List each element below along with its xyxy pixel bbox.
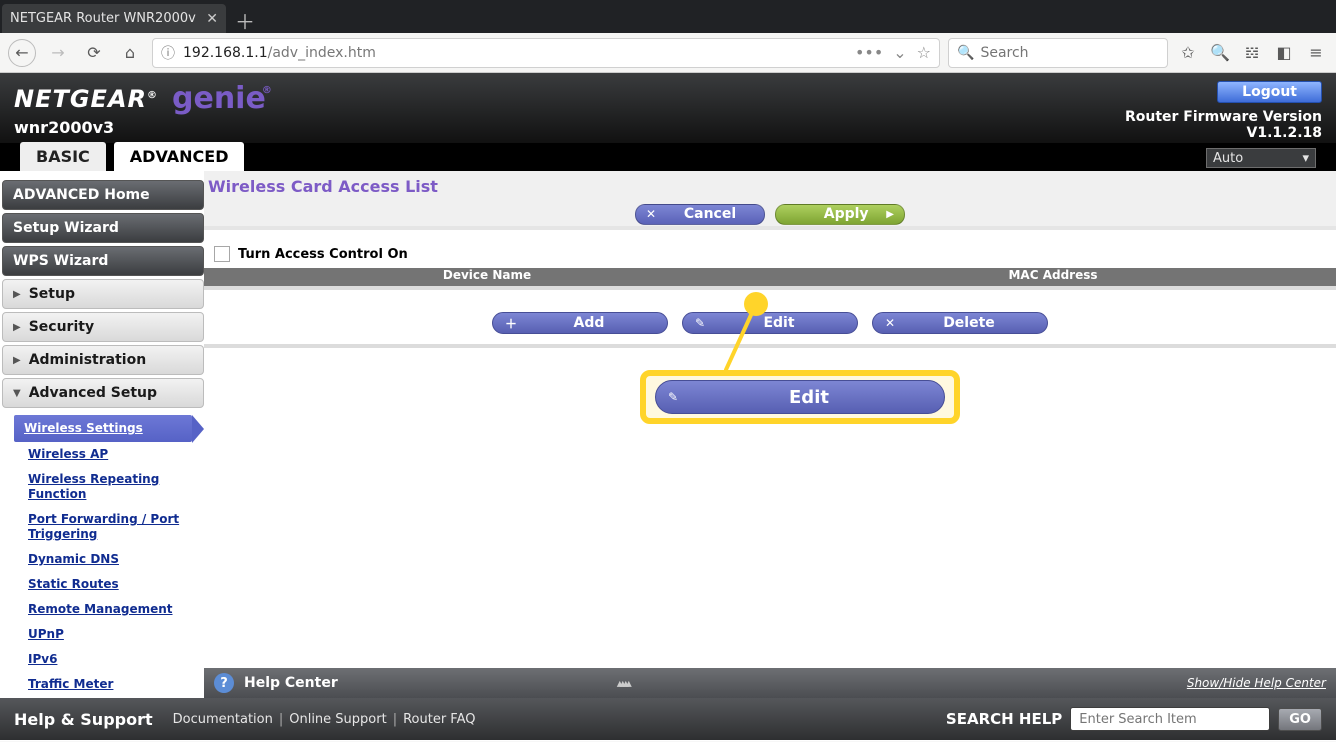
info-icon[interactable]: ⓘ [161,43,175,63]
subitem-wireless-ap[interactable]: Wireless AP [24,442,204,467]
sidebar-item-advanced-setup[interactable]: ▼Advanced Setup [2,378,204,408]
content-pane: Wireless Card Access List ✕ Cancel Apply… [204,171,1336,698]
help-center-title: Help Center [244,675,338,691]
cancel-button[interactable]: ✕ Cancel [635,204,765,225]
footer-bar: Help & Support Documentation | Online Su… [0,698,1336,740]
x-icon: ✕ [885,316,903,330]
back-button[interactable]: ← [8,39,36,67]
firmware-version: V1.1.2.18 [1247,125,1323,141]
url-bar[interactable]: ⓘ 192.168.1.1/adv_index.htm ••• ⌄ ☆ [152,38,940,68]
firmware-label: Router Firmware Version [1125,109,1322,125]
add-button[interactable]: ＋ Add [492,312,668,334]
edit-callout-button[interactable]: ✎ Edit [655,380,945,414]
netgear-logo: NETGEAR® [14,85,158,113]
access-control-checkbox[interactable] [214,246,230,262]
sidebar: ADVANCED Home Setup Wizard WPS Wizard ▶S… [0,171,204,698]
table-header: Device Name MAC Address [204,268,1336,286]
url-path: /adv_index.htm [268,45,376,61]
url-host: 192.168.1.1 [183,45,268,61]
forward-button[interactable]: → [44,39,72,67]
x-icon: ✕ [646,207,666,221]
home-button[interactable]: ⌂ [116,39,144,67]
delete-button[interactable]: ✕ Delete [872,312,1048,334]
footer-link-documentation[interactable]: Documentation [167,712,279,727]
page-title: Wireless Card Access List [204,171,1336,202]
browser-tab-strip: NETGEAR Router WNR2000v ✕ ＋ [0,0,1336,33]
language-select[interactable]: Auto ▾ [1206,148,1316,168]
page-header: NETGEAR® genie® wnr2000v3 Logout Router … [0,73,1336,143]
tab-advanced[interactable]: ADVANCED [114,142,245,171]
pencil-icon: ✎ [695,316,713,330]
close-icon[interactable]: ✕ [206,11,218,27]
reload-button[interactable]: ⟳ [80,39,108,67]
apply-button[interactable]: Apply ▶ [775,204,905,225]
help-support-label: Help & Support [14,710,153,729]
router-page: NETGEAR® genie® wnr2000v3 Logout Router … [0,73,1336,741]
search-help-input[interactable] [1070,707,1270,731]
chevron-up-icon: ▴▴▴▴ [617,676,629,690]
subitem-static-routes[interactable]: Static Routes [24,572,204,597]
triangle-right-icon: ▶ [13,289,21,300]
triangle-right-icon: ▶ [13,355,21,366]
search-help-label: SEARCH HELP [946,710,1062,728]
sidebar-item-security[interactable]: ▶Security [2,312,204,342]
col-mac-address: MAC Address [770,268,1336,286]
subitem-remote-management[interactable]: Remote Management [24,597,204,622]
logout-button[interactable]: Logout [1217,81,1322,103]
sidebar-item-advanced-home[interactable]: ADVANCED Home [2,180,204,210]
subitem-traffic-meter[interactable]: Traffic Meter [24,672,204,697]
meatball-icon[interactable]: ••• [855,43,883,62]
new-tab-button[interactable]: ＋ [232,7,258,33]
triangle-down-icon: ▼ [13,388,21,399]
browser-search-input[interactable] [980,45,1159,61]
sidebar-item-setup[interactable]: ▶Setup [2,279,204,309]
subitem-ipv6[interactable]: IPv6 [24,647,204,672]
plus-icon: ＋ [505,315,523,332]
subitem-wireless-repeating[interactable]: Wireless Repeating Function [24,467,204,507]
pocket-icon[interactable]: ⌄ [893,43,906,62]
access-control-label: Turn Access Control On [238,247,408,262]
help-center-toggle[interactable]: Show/Hide Help Center [1187,676,1326,690]
sidebar-item-wps-wizard[interactable]: WPS Wizard [2,246,204,276]
footer-link-online-support[interactable]: Online Support [283,712,392,727]
sidebar-icon[interactable]: ◧ [1272,43,1296,62]
main-tab-row: BASIC ADVANCED Auto ▾ [0,143,1336,171]
chevron-down-icon: ▾ [1302,151,1309,166]
triangle-right-icon: ▶ [886,209,894,220]
subitem-port-forwarding[interactable]: Port Forwarding / Port Triggering [24,507,204,547]
browser-search[interactable]: 🔍 [948,38,1168,68]
star-icon[interactable]: ☆ [917,43,931,62]
go-button[interactable]: GO [1278,708,1322,731]
pencil-icon: ✎ [668,390,686,404]
sidebar-item-setup-wizard[interactable]: Setup Wizard [2,213,204,243]
browser-toolbar: ← → ⟳ ⌂ ⓘ 192.168.1.1/adv_index.htm ••• … [0,33,1336,73]
subitem-upnp[interactable]: UPnP [24,622,204,647]
search-tool-icon[interactable]: 🔍 [1208,43,1232,62]
top-button-bar: ✕ Cancel Apply ▶ [204,202,1336,230]
tab-basic[interactable]: BASIC [20,142,106,171]
search-icon: 🔍 [957,45,974,61]
triangle-right-icon: ▶ [13,322,21,333]
footer-link-router-faq[interactable]: Router FAQ [397,712,481,727]
col-device-name: Device Name [204,268,770,286]
sidebar-sublist: Wireless Settings Wireless AP Wireless R… [2,411,204,701]
edit-callout: ✎ Edit [640,370,960,424]
help-center-bar[interactable]: ? Help Center ▴▴▴▴ Show/Hide Help Center [204,668,1336,698]
subitem-wireless-settings[interactable]: Wireless Settings [14,415,192,442]
sidebar-item-administration[interactable]: ▶Administration [2,345,204,375]
browser-tab-title: NETGEAR Router WNR2000v [10,11,206,26]
question-icon: ? [214,673,234,693]
genie-logo: genie® [172,81,266,116]
hamburger-icon[interactable]: ≡ [1304,43,1328,62]
browser-tab[interactable]: NETGEAR Router WNR2000v ✕ [2,4,226,33]
bookmark-plus-icon[interactable]: ✩ [1176,43,1200,62]
language-value: Auto [1213,151,1243,166]
subitem-dynamic-dns[interactable]: Dynamic DNS [24,547,204,572]
library-icon[interactable]: 𝍌 [1240,43,1264,62]
row-button-bar: ＋ Add ✎ Edit ✕ Delete ✎ [204,306,1336,344]
model-label: wnr2000v3 [14,118,266,137]
